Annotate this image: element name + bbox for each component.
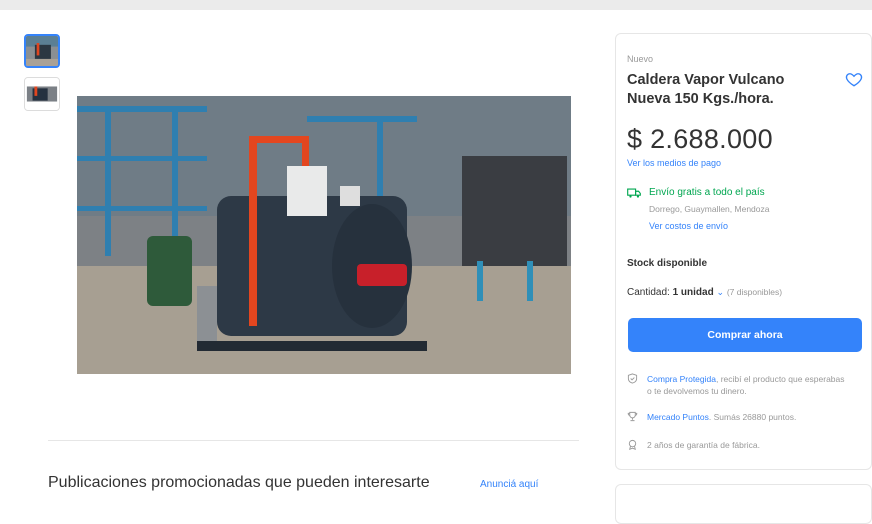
trophy-icon — [627, 411, 638, 422]
advertise-link[interactable]: Anunciá aquí — [480, 479, 538, 490]
protected-purchase-link[interactable]: Compra Protegida — [647, 374, 716, 384]
mercado-points-text: . Sumás 26880 puntos. — [708, 412, 797, 422]
free-shipping-text: Envío gratis a todo el país — [649, 187, 765, 198]
stock-title: Stock disponible — [627, 258, 708, 269]
seller-box — [615, 484, 872, 524]
thumbnail-1[interactable] — [24, 34, 60, 68]
section-divider — [48, 440, 579, 441]
top-bar — [0, 0, 872, 10]
quantity-selector[interactable]: Cantidad: 1 unidad ⌄ (7 disponibles) — [627, 287, 782, 298]
warranty-text: 2 años de garantía de fábrica. — [647, 440, 760, 450]
quantity-label: Cantidad: — [627, 287, 670, 298]
product-image[interactable] — [77, 96, 571, 374]
shield-icon — [627, 373, 638, 384]
condition-label: Nuevo — [627, 54, 654, 64]
product-price: $ 2.688.000 — [627, 124, 773, 154]
mercado-points: Mercado Puntos. Sumás 26880 puntos. — [627, 411, 862, 425]
thumbnail-2[interactable] — [24, 77, 60, 111]
payment-methods-link[interactable]: Ver los medios de pago — [627, 158, 721, 168]
buy-now-button[interactable]: Comprar ahora — [628, 318, 862, 352]
warranty: 2 años de garantía de fábrica. — [627, 439, 862, 453]
mercado-points-link[interactable]: Mercado Puntos — [647, 412, 709, 422]
shipping-location: Dorrego, Guaymallen, Mendoza — [649, 204, 770, 214]
truck-icon — [627, 188, 641, 198]
chevron-down-icon[interactable]: ⌄ — [717, 287, 725, 297]
product-title: Caldera Vapor Vulcano Nueva 150 Kgs./hor… — [627, 72, 785, 107]
ribbon-icon — [628, 439, 637, 450]
promoted-title: Publicaciones promocionadas que pueden i… — [48, 474, 430, 491]
protected-purchase: Compra Protegida, recibí el producto que… — [627, 373, 862, 399]
shipping-costs-link[interactable]: Ver costos de envío — [649, 221, 728, 231]
quantity-value[interactable]: 1 unidad — [673, 287, 714, 298]
heart-icon[interactable] — [845, 70, 863, 88]
available-count: (7 disponibles) — [726, 287, 783, 297]
